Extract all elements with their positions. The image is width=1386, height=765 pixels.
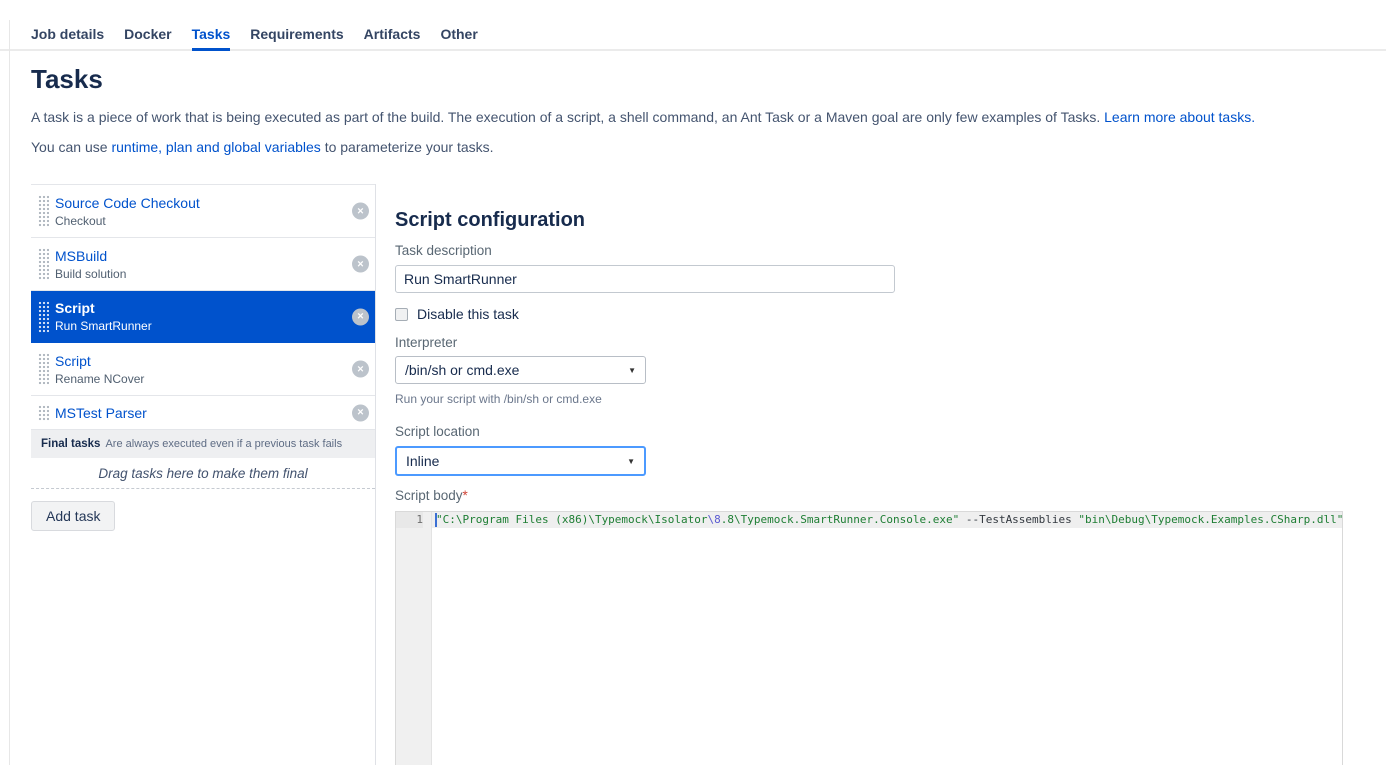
intro-text: A task is a piece of work that is being … (31, 109, 1105, 125)
remove-task-button[interactable]: × (352, 202, 369, 220)
script-body-label: Script body* (395, 488, 1366, 503)
final-tasks-drop-target[interactable]: Drag tasks here to make them final (31, 458, 375, 489)
intro-paragraph: A task is a piece of work that is being … (31, 107, 1386, 127)
remove-task-button[interactable]: × (352, 404, 369, 421)
task-title: Script (55, 352, 91, 369)
task-text: Script Run SmartRunner (55, 299, 152, 334)
code-token: --TestAssemblies (965, 513, 1072, 526)
task-title: Script (55, 300, 95, 316)
task-list: Source Code Checkout Checkout × MSBuild Buil… (31, 184, 375, 430)
chevron-down-icon: ▼ (628, 365, 636, 375)
task-text: Script Rename NCover (55, 352, 144, 387)
page-header: Tasks A task is a piece of work that is … (0, 64, 1386, 157)
remove-task-button[interactable]: × (352, 360, 369, 378)
task-list-item[interactable]: Script Run SmartRunner × (31, 291, 375, 343)
script-location-label: Script location (395, 424, 480, 439)
code-token: .8\Typemock.SmartRunner.Console.exe" (720, 513, 960, 526)
drag-handle-icon[interactable] (38, 300, 49, 333)
task-subtitle: Checkout (55, 213, 106, 228)
column-divider (375, 184, 376, 765)
required-asterisk: * (462, 488, 468, 503)
drag-handle-icon[interactable] (38, 404, 49, 421)
script-config-panel: Script configuration Task description Di… (395, 184, 1366, 765)
task-list-item[interactable]: MSTest Parser × (31, 396, 375, 430)
interpreter-help-text: Run your script with /bin/sh or cmd.exe (395, 392, 602, 406)
final-tasks-description: Are always executed even if a previous t… (105, 438, 343, 450)
final-tasks-bar: Final tasks Are always executed even if … (31, 430, 375, 458)
code-editor-textarea[interactable]: "C:\Program Files (x86)\Typemock\Isolato… (432, 512, 1342, 765)
code-token: "bin\Debug\Typemock.Examples.CSharp.dll" (1078, 513, 1342, 526)
script-location-selected-value: Inline (406, 453, 440, 469)
script-body-label-text: Script body (395, 488, 463, 503)
drag-handle-icon[interactable] (38, 353, 49, 385)
editor-gutter: 1 (396, 512, 432, 765)
disable-task-checkbox[interactable] (395, 307, 408, 321)
interpreter-select[interactable]: /bin/sh or cmd.exe ▼ (395, 356, 646, 384)
tab-docker[interactable]: Docker (124, 26, 171, 49)
chevron-down-icon: ▼ (627, 456, 635, 466)
tab-other[interactable]: Other (440, 26, 477, 49)
tab-job-details[interactable]: Job details (31, 26, 104, 49)
task-subtitle: Rename NCover (55, 371, 145, 386)
line-number: 1 (396, 512, 423, 528)
interpreter-label: Interpreter (395, 335, 458, 350)
config-heading: Script configuration (395, 209, 585, 231)
task-list-panel: Source Code Checkout Checkout × MSBuild Buil… (31, 184, 375, 531)
code-token: \8 (707, 513, 721, 526)
disable-task-label: Disable this task (417, 306, 519, 322)
code-editor: 1 "C:\Program Files (x86)\Typemock\Isola… (395, 511, 1343, 765)
drag-handle-icon[interactable] (38, 248, 49, 280)
task-description-input[interactable] (395, 265, 895, 293)
tab-requirements[interactable]: Requirements (250, 26, 343, 49)
disable-task-row[interactable]: Disable this task (395, 306, 1366, 322)
tab-bar-inner: Job details Docker Tasks Requirements Artifa… (31, 26, 1386, 51)
task-title: MSTest Parser (55, 404, 147, 421)
tab-tasks[interactable]: Tasks (191, 26, 230, 51)
code-token: "C:\Program Files (x86)\Typemock\Isolato… (436, 513, 708, 526)
page-title: Tasks (31, 64, 103, 94)
vars-suffix: to parameterize your tasks. (320, 139, 494, 155)
final-tasks-label: Final tasks (41, 438, 101, 450)
task-text: MSTest Parser (55, 404, 147, 422)
variables-link[interactable]: runtime, plan and global variables (111, 139, 320, 155)
learn-more-link[interactable]: Learn more about tasks. (1104, 109, 1255, 125)
task-subtitle: Build solution (55, 266, 127, 281)
task-list-item[interactable]: MSBuild Build solution × (31, 238, 375, 291)
task-title: Source Code Checkout (55, 194, 200, 211)
task-description-label: Task description (395, 243, 492, 258)
main-area: Source Code Checkout Checkout × MSBuild Buil… (0, 184, 1386, 765)
code-line: "C:\Program Files (x86)\Typemock\Isolato… (432, 512, 1342, 528)
tab-artifacts[interactable]: Artifacts (364, 26, 421, 49)
task-subtitle: Run SmartRunner (55, 319, 152, 333)
tab-bar: Job details Docker Tasks Requirements Artifa… (0, 0, 1386, 51)
task-list-item[interactable]: Script Rename NCover × (31, 343, 375, 396)
text-cursor (435, 513, 437, 527)
task-text: Source Code Checkout Checkout (55, 194, 200, 229)
interpreter-selected-value: /bin/sh or cmd.exe (405, 362, 520, 378)
task-text: MSBuild Build solution (55, 247, 126, 282)
add-task-button[interactable]: Add task (31, 501, 116, 531)
task-list-item[interactable]: Source Code Checkout Checkout × (31, 185, 375, 238)
task-title: MSBuild (55, 247, 108, 264)
variables-paragraph: You can use runtime, plan and global var… (31, 137, 1386, 157)
remove-task-button[interactable]: × (352, 308, 369, 325)
remove-task-button[interactable]: × (352, 255, 369, 273)
script-location-select[interactable]: Inline ▼ (395, 446, 646, 476)
vars-prefix: You can use (31, 139, 112, 155)
drag-handle-icon[interactable] (38, 195, 49, 227)
